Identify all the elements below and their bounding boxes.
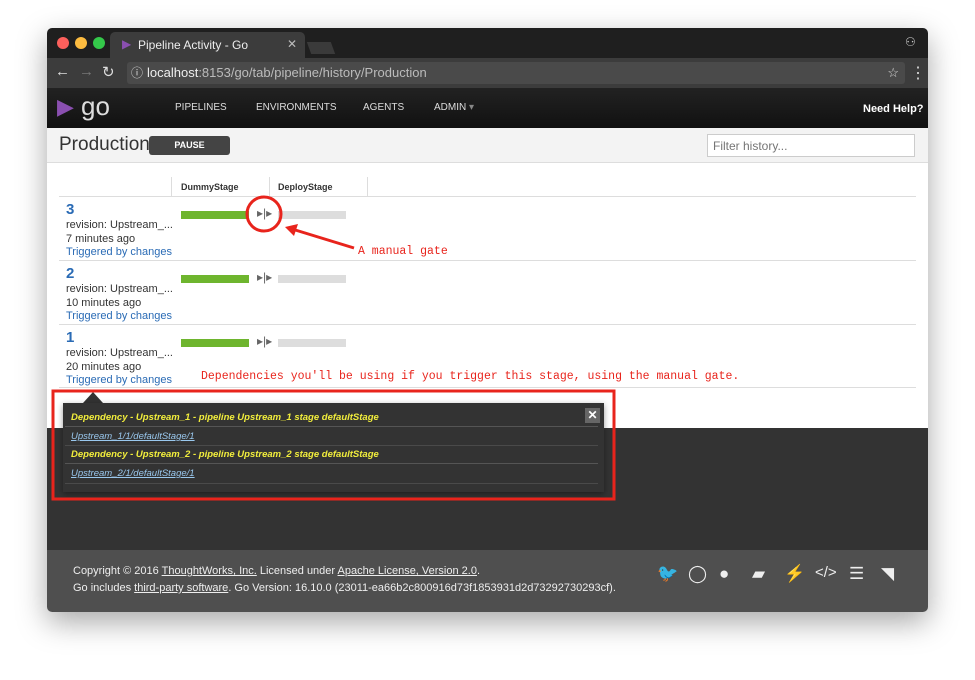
annotation-layer — [51, 195, 616, 501]
annotation-arrow — [291, 227, 355, 250]
dependencies-highlight-box — [51, 389, 616, 501]
gate-highlight-circle — [245, 195, 283, 233]
dependencies-annotation: Dependencies you'll be using if you trig… — [201, 370, 740, 383]
manual-gate-annotation: A manual gate — [358, 245, 448, 258]
